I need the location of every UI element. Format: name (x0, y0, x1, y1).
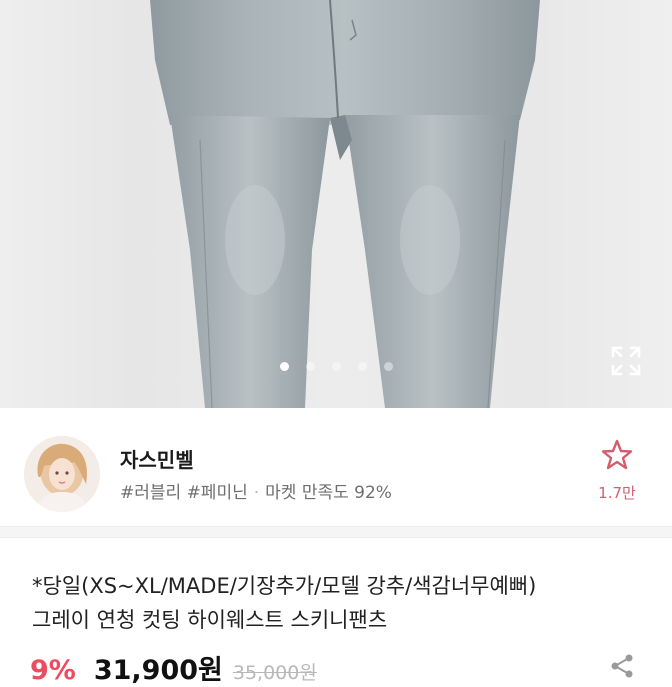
seller-section[interactable]: 자스민벨 #러블리 #페미닌 · 마켓 만족도 92% 1.7만 (0, 408, 672, 526)
discount-rate: 9% (30, 655, 76, 686)
pagination-dot[interactable] (383, 362, 393, 371)
original-price: 35,000원 (232, 662, 317, 684)
seller-avatar[interactable] (24, 436, 100, 512)
section-divider (0, 526, 672, 538)
jeans-photo (150, 0, 540, 408)
meta-separator: · (253, 483, 260, 503)
share-icon[interactable] (608, 652, 636, 680)
pagination-dot[interactable] (305, 362, 315, 371)
like-button[interactable]: 1.7만 (592, 438, 642, 503)
like-count: 1.7만 (598, 484, 636, 502)
star-outline-icon (601, 439, 633, 470)
expand-icon[interactable] (609, 344, 643, 378)
product-title-line1: *당일(XS~XL/MADE/기장추가/모델 강추/색감너무예뻐) (32, 574, 537, 598)
product-image[interactable] (0, 0, 672, 408)
seller-name[interactable]: 자스민벨 (120, 444, 194, 473)
seller-meta: #러블리 #페미닌 · 마켓 만족도 92% (120, 478, 392, 503)
sale-price: 31,900원 (93, 655, 223, 686)
product-title-line2: 그레이 연청 컷팅 하이웨스트 스키니팬츠 (32, 608, 388, 632)
seller-satisfaction: 마켓 만족도 92% (265, 483, 392, 503)
pagination-dot[interactable] (331, 362, 341, 371)
pagination-dot[interactable] (279, 362, 289, 371)
gallery-pagination[interactable] (0, 362, 672, 371)
price-row: 9% 31,900원 35,000원 (30, 648, 317, 687)
pagination-dot[interactable] (357, 362, 367, 371)
seller-tags: #러블리 #페미닌 (120, 483, 248, 503)
